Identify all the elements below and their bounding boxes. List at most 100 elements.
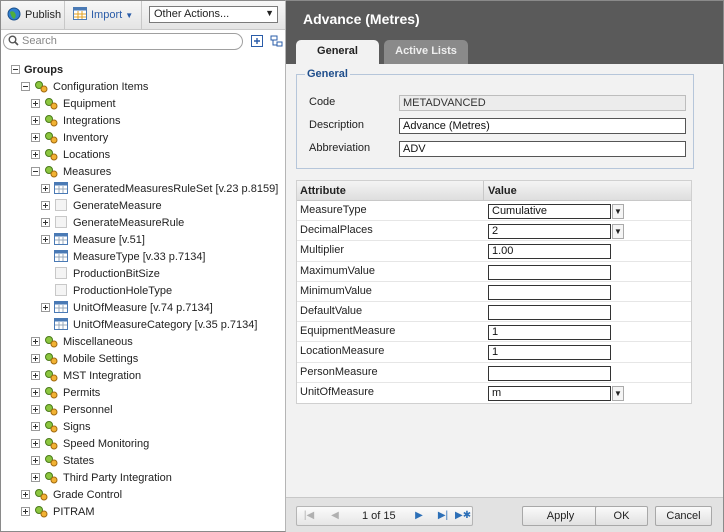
apply-button[interactable]: Apply — [522, 506, 599, 526]
tree-node-permits[interactable]: Permits — [1, 384, 285, 401]
expand-icon[interactable] — [41, 235, 50, 244]
expand-icon[interactable] — [31, 422, 40, 431]
expand-icon[interactable] — [31, 133, 40, 142]
folder-gear-icon — [44, 386, 58, 399]
table-row: UnitOfMeasure m ▼ — [297, 383, 691, 403]
last-page-icon[interactable]: ▶| — [435, 509, 451, 524]
tree-node-states[interactable]: States — [1, 452, 285, 469]
tree-label: Groups — [24, 63, 64, 76]
tree-label: MeasureType [v.33 p.7134] — [73, 250, 206, 263]
expand-icon[interactable] — [31, 439, 40, 448]
description-field[interactable]: Advance (Metres) — [399, 118, 686, 134]
tree-node-signs[interactable]: Signs — [1, 418, 285, 435]
expand-icon[interactable] — [31, 473, 40, 482]
tree-node-inventory[interactable]: Inventory — [1, 129, 285, 146]
expand-icon[interactable] — [31, 371, 40, 380]
tree-node-measures[interactable]: Measures — [1, 163, 285, 180]
abbreviation-row: Abbreviation ADV — [309, 141, 689, 157]
attribute-name: MaximumValue — [300, 264, 375, 277]
tree-node-equipment[interactable]: Equipment — [1, 95, 285, 112]
location-measure-field[interactable]: 1 — [488, 345, 611, 361]
tree-node-integrations[interactable]: Integrations — [1, 112, 285, 129]
expand-icon[interactable] — [31, 388, 40, 397]
default-value-field[interactable] — [488, 304, 611, 320]
cancel-button[interactable]: Cancel — [655, 506, 712, 526]
tree-node-grade-control[interactable]: Grade Control — [1, 486, 285, 503]
expand-all-icon[interactable] — [251, 35, 263, 50]
tree-label: Third Party Integration — [63, 471, 172, 484]
tree-node-pitram[interactable]: PITRAM — [1, 503, 285, 520]
folder-gear-icon — [44, 148, 58, 161]
expand-icon[interactable] — [41, 201, 50, 210]
tree-node-personnel[interactable]: Personnel — [1, 401, 285, 418]
expand-icon[interactable] — [41, 218, 50, 227]
tree-node-production-bit-size[interactable]: ProductionBitSize — [1, 265, 285, 282]
equipment-measure-field[interactable]: 1 — [488, 325, 611, 341]
publish-button[interactable]: Publish — [7, 5, 61, 25]
tree-node-production-hole-type[interactable]: ProductionHoleType — [1, 282, 285, 299]
tree-node-measure-type[interactable]: MeasureType [v.33 p.7134] — [1, 248, 285, 265]
first-page-icon[interactable]: |◀ — [301, 509, 317, 524]
expand-icon[interactable] — [31, 456, 40, 465]
tree-node-mobile-settings[interactable]: Mobile Settings — [1, 350, 285, 367]
tree-node-mst-integration[interactable]: MST Integration — [1, 367, 285, 384]
multiplier-field[interactable]: 1.00 — [488, 244, 611, 260]
collapse-icon[interactable] — [21, 82, 30, 91]
tree-label: MST Integration — [63, 369, 142, 382]
blank-table-icon — [54, 216, 68, 229]
chevron-down-icon[interactable]: ▼ — [612, 385, 624, 401]
abbreviation-field[interactable]: ADV — [399, 141, 686, 157]
table-icon — [54, 250, 68, 263]
tree-node-unit-of-measure-category[interactable]: UnitOfMeasureCategory [v.35 p.7134] — [1, 316, 285, 333]
tree-node-unit-of-measure[interactable]: UnitOfMeasure [v.74 p.7134] — [1, 299, 285, 316]
table-row: Multiplier 1.00 — [297, 241, 691, 262]
attribute-name: PersonMeasure — [300, 365, 378, 378]
unit-of-measure-select[interactable]: m — [488, 385, 611, 401]
expand-icon[interactable] — [31, 405, 40, 414]
expand-icon[interactable] — [21, 490, 30, 499]
next-page-icon[interactable]: ▶ — [411, 509, 427, 524]
ok-button[interactable]: OK — [595, 506, 648, 526]
expand-icon[interactable] — [31, 116, 40, 125]
tree-node-locations[interactable]: Locations — [1, 146, 285, 163]
collapse-icon[interactable] — [11, 65, 20, 74]
chevron-down-icon[interactable]: ▼ — [612, 204, 624, 219]
expand-icon[interactable] — [21, 507, 30, 516]
expand-icon[interactable] — [31, 150, 40, 159]
new-record-icon[interactable]: ▶✱ — [455, 509, 471, 524]
minimum-value-field[interactable] — [488, 284, 611, 300]
tree-node-measure[interactable]: Measure [v.51] — [1, 231, 285, 248]
other-actions-select[interactable]: Other Actions... ▼ — [149, 6, 278, 23]
tree-node-miscellaneous[interactable]: Miscellaneous — [1, 333, 285, 350]
tree-label: GenerateMeasure — [73, 199, 162, 212]
expand-icon[interactable] — [31, 99, 40, 108]
collapse-tree-icon[interactable] — [270, 35, 283, 50]
expand-icon[interactable] — [41, 303, 50, 312]
decimal-places-select[interactable]: 2 — [488, 224, 611, 240]
chevron-down-icon[interactable]: ▼ — [612, 224, 624, 240]
tab-active-lists[interactable]: Active Lists — [384, 40, 468, 64]
tree-node-configuration-items[interactable]: Configuration Items — [1, 78, 285, 95]
expand-icon[interactable] — [31, 354, 40, 363]
tree-node-groups[interactable]: Groups — [1, 61, 285, 78]
toolbar-divider — [141, 1, 142, 29]
table-icon — [54, 233, 68, 246]
tab-general[interactable]: General — [296, 40, 379, 64]
tree-node-speed-monitoring[interactable]: Speed Monitoring — [1, 435, 285, 452]
measure-type-select[interactable]: Cumulative — [488, 204, 611, 219]
previous-page-icon[interactable]: ◀ — [327, 509, 343, 524]
import-button[interactable]: Import ▼ — [73, 5, 133, 25]
expand-icon[interactable] — [41, 184, 50, 193]
tree-label: Personnel — [63, 403, 113, 416]
tree-label: Locations — [63, 148, 111, 161]
person-measure-field[interactable] — [488, 365, 611, 381]
expand-icon[interactable] — [31, 337, 40, 346]
maximum-value-field[interactable] — [488, 264, 611, 280]
tree-node-generate-measure[interactable]: GenerateMeasure — [1, 197, 285, 214]
tree-node-third-party-integration[interactable]: Third Party Integration — [1, 469, 285, 486]
tree-node-generated-measures-ruleset[interactable]: GeneratedMeasuresRuleSet [v.23 p.8159] — [1, 180, 285, 197]
collapse-icon[interactable] — [31, 167, 40, 176]
tree-node-generate-measure-rule[interactable]: GenerateMeasureRule — [1, 214, 285, 231]
search-input[interactable]: Search — [3, 33, 243, 50]
